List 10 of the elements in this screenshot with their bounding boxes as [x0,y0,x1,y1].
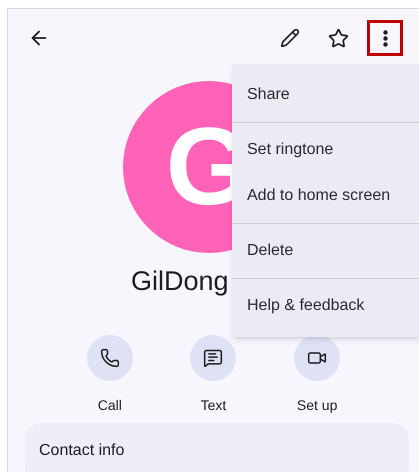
contact-name: GilDong [131,265,229,298]
more-options-icon [382,30,388,46]
menu-item[interactable]: Help & feedback [232,283,419,329]
action-button[interactable]: Call [74,335,145,416]
card-title: Contact info [39,442,124,459]
message-icon [203,348,224,368]
action-button[interactable]: Set up [282,335,352,416]
action-button[interactable]: Text [178,335,248,416]
more-options-button[interactable] [367,20,403,56]
phone-icon [100,348,120,368]
